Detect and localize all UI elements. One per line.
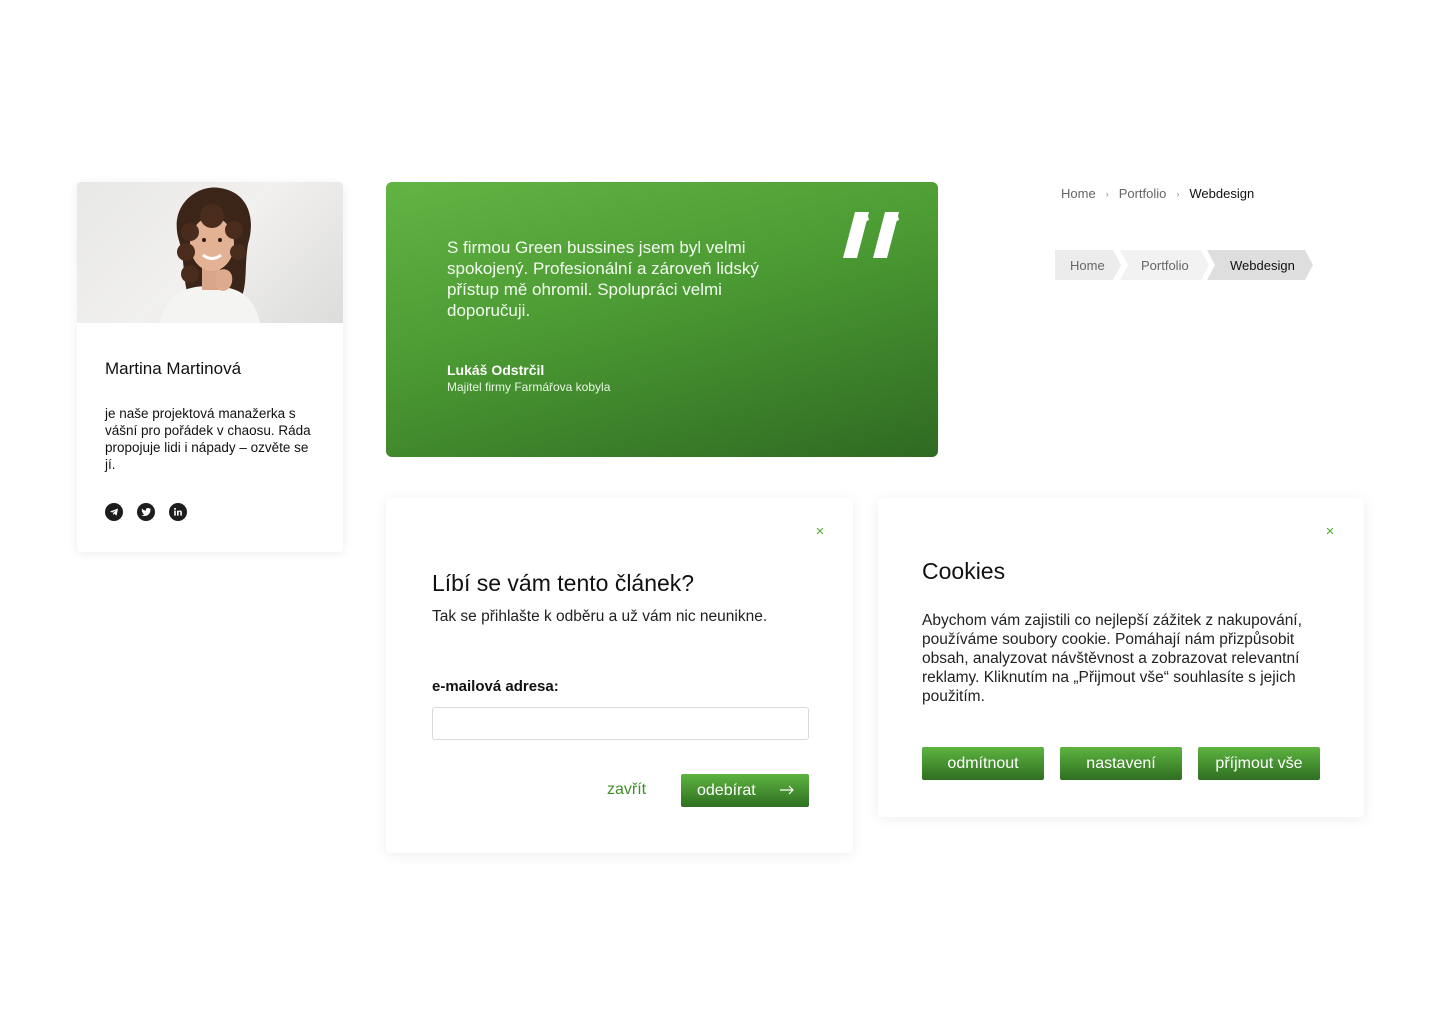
cookies-modal: × Cookies Abychom vám zajistili co nejle… (878, 498, 1364, 817)
breadcrumb-arrow-current: Webdesign (1207, 250, 1313, 280)
breadcrumb-separator: › (1176, 188, 1180, 199)
subscribe-modal: × Líbí se vám tento článek? Tak se přihl… (386, 498, 853, 853)
breadcrumb-arrow-style: Home Portfolio Webdesign (1055, 250, 1313, 280)
testimonial-quote: S firmou Green bussines jsem byl velmi s… (447, 238, 759, 320)
reject-button[interactable]: odmítnout (922, 747, 1044, 780)
linkedin-icon[interactable] (169, 503, 187, 521)
breadcrumb: Home › Portfolio › Webdesign (1061, 186, 1254, 201)
profile-name: Martina Martinová (105, 359, 242, 378)
breadcrumb-arrow-home[interactable]: Home (1055, 250, 1121, 280)
testimonial-author: Lukáš Odstrčil (447, 362, 545, 378)
close-icon[interactable]: × (1324, 524, 1336, 539)
profile-bio: je naše projektová manažerka s vášní pro… (105, 406, 311, 472)
person-portrait-image (160, 187, 260, 323)
breadcrumb-item-portfolio[interactable]: Portfolio (1119, 186, 1167, 201)
cookies-title: Cookies (922, 558, 1006, 584)
breadcrumb-arrow-portfolio[interactable]: Portfolio (1120, 250, 1209, 280)
settings-button[interactable]: nastavení (1060, 747, 1182, 780)
subscribe-title: Líbí se vám tento článek? (432, 570, 695, 596)
breadcrumb-item-home[interactable]: Home (1061, 186, 1096, 201)
subscribe-button-label: odebírat (697, 781, 756, 799)
quote-mark-icon (843, 212, 899, 258)
breadcrumb-item-current: Webdesign (1189, 186, 1255, 201)
email-field[interactable] (432, 707, 809, 740)
arrow-right-icon (780, 785, 794, 795)
subscribe-button[interactable]: odebírat (681, 774, 809, 807)
profile-photo (77, 182, 343, 323)
telegram-icon[interactable] (105, 503, 123, 521)
accept-all-button[interactable]: příjmout vše (1198, 747, 1320, 780)
cookies-description: Abychom vám zajistili co nejlepší zážite… (922, 612, 1302, 705)
breadcrumb-separator: › (1105, 188, 1109, 199)
testimonial-card: S firmou Green bussines jsem byl velmi s… (386, 182, 938, 457)
email-label: e-mailová adresa: (432, 678, 559, 695)
close-icon[interactable]: × (814, 524, 826, 539)
close-link[interactable]: zavřít (607, 781, 646, 799)
social-links (105, 503, 187, 521)
testimonial-author-role: Majitel firmy Farmářova kobyla (447, 380, 611, 394)
subscribe-description: Tak se přihlašte k odběru a už vám nic n… (432, 608, 768, 625)
profile-card: Martina Martinová je naše projektová man… (77, 182, 343, 552)
twitter-icon[interactable] (137, 503, 155, 521)
